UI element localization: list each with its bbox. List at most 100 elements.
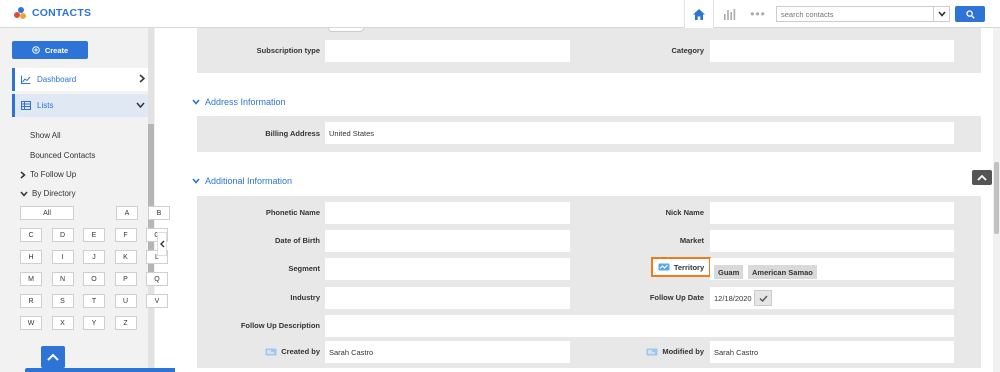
chevron-down-icon: [192, 178, 200, 184]
industry-label: Industry: [290, 293, 320, 302]
scroll-to-top-button[interactable]: [41, 346, 65, 368]
sidebar-tree-to-follow-up[interactable]: To Follow Up: [20, 170, 76, 179]
alpha-filter-key[interactable]: H: [20, 250, 42, 264]
created-by-label-text: Created by: [281, 347, 320, 356]
industry-field[interactable]: [325, 287, 570, 309]
alpha-filter-key[interactable]: Y: [83, 316, 105, 330]
address-section-toggle[interactable]: Address Information: [192, 97, 286, 107]
category-label: Category: [671, 46, 704, 55]
modified-by-label-text: Modified by: [662, 347, 704, 356]
bar-chart-icon[interactable]: [716, 0, 742, 28]
alpha-filter-key[interactable]: C: [20, 228, 42, 242]
alpha-filter-key[interactable]: I: [51, 250, 74, 264]
alpha-filter-all[interactable]: All: [20, 206, 74, 220]
territory-field[interactable]: [710, 258, 954, 280]
plus-circle-icon: [32, 46, 40, 54]
territory-tag[interactable]: American Samao: [748, 265, 817, 279]
category-field[interactable]: [710, 40, 954, 62]
chevron-down-icon: [192, 99, 200, 105]
create-label: Create: [44, 45, 69, 55]
sidebar-item-label: Lists: [37, 101, 54, 110]
alpha-filter-key[interactable]: P: [114, 272, 137, 286]
alpha-filter-key[interactable]: V: [146, 294, 168, 308]
id-card-icon: [265, 348, 277, 355]
sidebar-item-lists[interactable]: Lists: [12, 94, 148, 117]
id-card-icon: [658, 263, 670, 271]
date-of-birth-field[interactable]: [325, 230, 570, 252]
market-field[interactable]: [710, 230, 954, 252]
alpha-filter-key[interactable]: M: [20, 272, 42, 286]
chevron-down-icon: [136, 102, 145, 108]
follow-up-date-label: Follow Up Date: [649, 293, 704, 302]
alpha-filter-key[interactable]: N: [51, 272, 74, 286]
alpha-filter-key[interactable]: X: [51, 316, 74, 330]
alpha-filter-key[interactable]: B: [148, 206, 170, 220]
sidebar-link-show-all[interactable]: Show All: [30, 131, 61, 140]
create-button[interactable]: Create: [12, 41, 88, 59]
territory-label: Territory: [651, 257, 711, 277]
search-icon: [965, 9, 975, 19]
follow-up-date-field[interactable]: 12/18/2020: [710, 287, 954, 309]
alpha-filter-key[interactable]: U: [114, 294, 137, 308]
created-by-field: Sarah Castro: [325, 341, 570, 363]
alpha-filter-key[interactable]: R: [20, 294, 42, 308]
sidebar-link-bounced-contacts[interactable]: Bounced Contacts: [30, 151, 95, 160]
collapse-sidebar-button[interactable]: [157, 232, 167, 256]
top-bar: CONTACTS •••: [0, 0, 1000, 28]
chevron-down-icon[interactable]: [933, 7, 949, 21]
alpha-filter-key[interactable]: Q: [146, 272, 168, 286]
billing-address-field[interactable]: United States: [325, 122, 954, 144]
alpha-filter-key[interactable]: T: [83, 294, 105, 308]
alpha-filter-key[interactable]: J: [83, 250, 105, 264]
search-button[interactable]: [955, 6, 985, 22]
nick-name-field[interactable]: [710, 202, 954, 224]
phonetic-name-field[interactable]: [325, 202, 570, 224]
billing-address-label: Billing Address: [265, 129, 320, 138]
created-by-label: Created by: [200, 347, 320, 356]
sidebar-tree-by-directory[interactable]: By Directory: [20, 189, 76, 198]
line-chart-icon: [21, 75, 31, 84]
brand[interactable]: CONTACTS: [14, 6, 91, 20]
market-label: Market: [679, 236, 704, 245]
sidebar-item-dashboard[interactable]: Dashboard: [12, 68, 148, 91]
sidebar-tree-label: To Follow Up: [30, 170, 77, 179]
search-box: [776, 6, 950, 22]
scroll-to-top-button[interactable]: [972, 170, 992, 185]
territory-tag[interactable]: Guam: [714, 265, 744, 279]
phonetic-name-label: Phonetic Name: [265, 208, 320, 217]
subscription-type-field[interactable]: [325, 40, 570, 62]
sidebar-tree-label: By Directory: [32, 189, 76, 198]
territory-label-text: Territory: [673, 262, 705, 272]
alpha-filter-key[interactable]: K: [114, 250, 137, 264]
alpha-filter-key[interactable]: W: [20, 316, 42, 330]
additional-section-toggle[interactable]: Additional Information: [192, 176, 292, 186]
chevron-up-icon: [47, 353, 59, 361]
contacts-logo-icon: [14, 6, 26, 20]
home-icon[interactable]: [684, 0, 714, 28]
alpha-filter-key[interactable]: D: [51, 228, 74, 242]
alpha-filter-first-row: All A B: [20, 206, 170, 220]
follow-up-description-field[interactable]: [325, 315, 954, 337]
chevron-up-icon: [977, 174, 987, 181]
main-scrollbar[interactable]: [993, 28, 1000, 372]
segment-label: Segment: [288, 264, 320, 273]
section-title: Additional Information: [205, 176, 293, 186]
id-card-icon: [646, 348, 658, 355]
alpha-filter-key[interactable]: A: [116, 206, 138, 220]
follow-up-done-button[interactable]: [754, 290, 772, 306]
chevron-down-icon: [20, 191, 28, 197]
chevron-right-icon: [139, 74, 145, 83]
table-icon: [21, 101, 31, 110]
segment-field[interactable]: [325, 258, 570, 280]
alpha-filter-key[interactable]: O: [83, 272, 105, 286]
search-input[interactable]: [777, 7, 933, 21]
alpha-filter-key[interactable]: E: [83, 228, 105, 242]
alpha-filter-key[interactable]: F: [114, 228, 137, 242]
alpha-filter-key[interactable]: S: [51, 294, 74, 308]
alpha-filter-key[interactable]: Z: [114, 316, 137, 330]
date-of-birth-label: Date of Birth: [275, 236, 320, 245]
toggle-switch[interactable]: [328, 28, 364, 32]
sidebar-item-label: Dashboard: [37, 75, 77, 84]
more-dots-icon[interactable]: •••: [745, 0, 771, 28]
chevron-right-icon: [20, 170, 26, 179]
